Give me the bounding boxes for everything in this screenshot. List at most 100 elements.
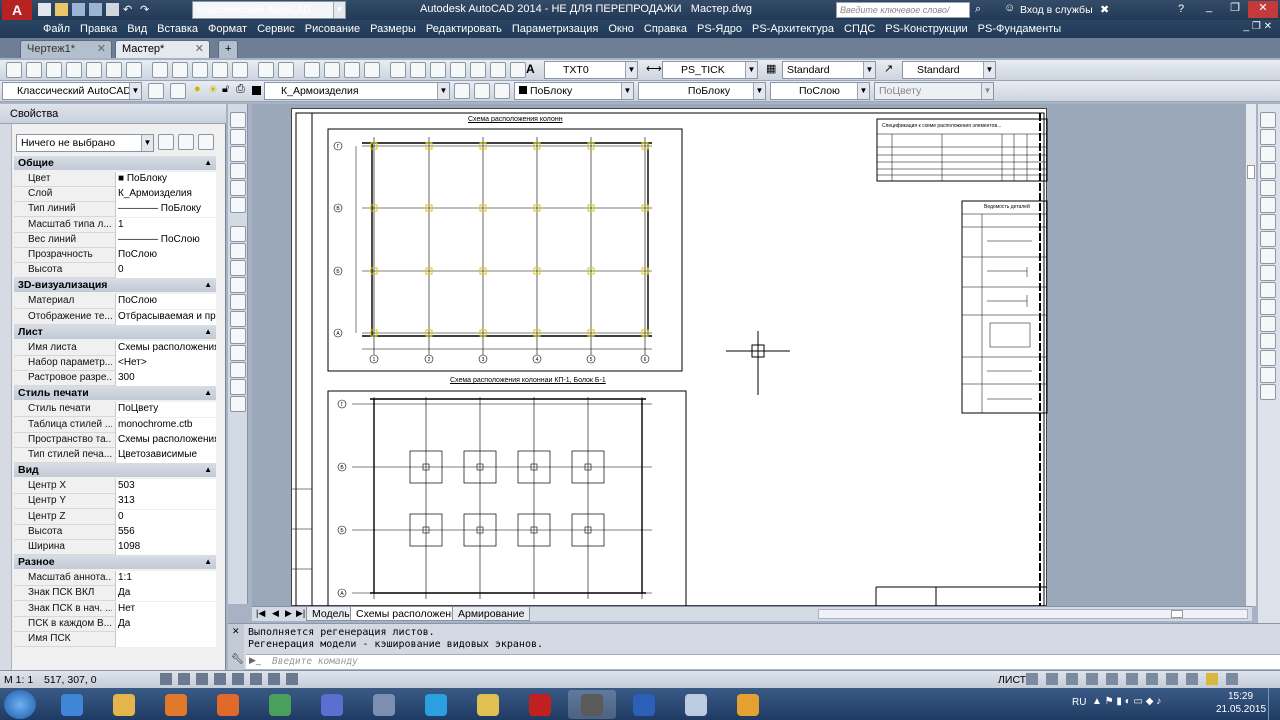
collapse-icon[interactable]: ▲: [204, 463, 212, 477]
properties-icon[interactable]: [390, 62, 406, 78]
steering-wheel-icon[interactable]: [1106, 673, 1118, 685]
3dprint-icon[interactable]: [126, 62, 142, 78]
property-value[interactable]: Да: [115, 586, 216, 602]
property-value[interactable]: К_Армоизделия: [115, 187, 216, 203]
tab-model[interactable]: Модель: [306, 607, 356, 621]
workspace-settings-icon[interactable]: [148, 83, 164, 99]
draw-tool-3-icon[interactable]: [1260, 146, 1276, 162]
menu-item[interactable]: Рисование: [300, 21, 365, 37]
lock-icon[interactable]: 🔓︎: [222, 83, 229, 96]
dimension-tool-5-icon[interactable]: [230, 294, 246, 310]
ducs-mode-icon[interactable]: [268, 673, 280, 685]
quick-view-drawings-icon[interactable]: [1046, 673, 1058, 685]
property-row[interactable]: Стиль печати ПоЦвету: [14, 402, 216, 418]
quick-select-icon[interactable]: [198, 134, 214, 150]
tool-palettes-icon[interactable]: [430, 62, 446, 78]
maximize-button[interactable]: ❐: [1222, 1, 1248, 18]
plotstyle-combo[interactable]: ПоЦвету ▼: [874, 82, 994, 100]
tab-nav-next-icon[interactable]: ▶: [285, 608, 292, 619]
pan-icon[interactable]: [304, 62, 320, 78]
copy-icon[interactable]: [172, 62, 188, 78]
property-row[interactable]: Центр X 503: [14, 479, 216, 495]
collapse-icon[interactable]: ▲: [204, 386, 212, 400]
draw-tool-15-icon[interactable]: [1260, 350, 1276, 366]
taskbar-tool-button[interactable]: [672, 690, 720, 719]
workspace-switch-icon[interactable]: [1146, 673, 1158, 685]
tab-nav-first-icon[interactable]: |◀: [256, 608, 265, 619]
taskbar-paint-button[interactable]: [724, 690, 772, 719]
login-button[interactable]: Вход в службы: [1020, 4, 1093, 16]
pan-icon[interactable]: [1066, 673, 1078, 685]
language-indicator[interactable]: RU: [1072, 697, 1086, 708]
draw-tool-5-icon[interactable]: [1260, 180, 1276, 196]
layer-previous-icon[interactable]: [474, 83, 490, 99]
hardware-accel-icon[interactable]: [1186, 673, 1198, 685]
taskbar-autocad-button[interactable]: [568, 690, 616, 719]
autocad-logo-icon[interactable]: A: [2, 0, 32, 20]
property-row[interactable]: Растровое разре... 300: [14, 371, 216, 387]
print-icon[interactable]: [106, 3, 119, 16]
draw-tool-12-icon[interactable]: [1260, 299, 1276, 315]
make-current-icon[interactable]: [454, 83, 470, 99]
menu-item[interactable]: Файл: [38, 21, 75, 37]
property-row[interactable]: Имя ПСК: [14, 632, 216, 647]
draw-tool-17-icon[interactable]: [1260, 384, 1276, 400]
draw-tool-8-icon[interactable]: [1260, 231, 1276, 247]
match-props-icon[interactable]: [212, 62, 228, 78]
menu-item[interactable]: PS-Архитектура: [747, 21, 839, 37]
dimension-tool-6-icon[interactable]: [230, 311, 246, 327]
property-row[interactable]: Отображение те... Отбрасываемая и пр...: [14, 309, 216, 325]
dimension-tool-10-icon[interactable]: [230, 379, 246, 395]
property-value[interactable]: Нет: [115, 601, 216, 617]
dim-style-combo[interactable]: PS_TICK ▼: [662, 61, 758, 79]
text-style-icon[interactable]: A: [526, 62, 535, 76]
taskbar-network-button[interactable]: [360, 690, 408, 719]
dimension-tool-7-icon[interactable]: [230, 328, 246, 344]
property-row[interactable]: Тип линий ———— ПоБлоку: [14, 202, 216, 218]
zoom-icon[interactable]: [1086, 673, 1098, 685]
property-value[interactable]: ———— ПоБлоку: [115, 202, 216, 218]
tab-layout-reinforcement[interactable]: Армирование: [452, 607, 531, 621]
markup-icon[interactable]: [470, 62, 486, 78]
property-value[interactable]: ■ ПоБлоку: [115, 172, 216, 187]
lock-ui-icon[interactable]: [1166, 673, 1178, 685]
section-misc[interactable]: Разное ▲: [14, 555, 216, 570]
dimension-tool-4-icon[interactable]: [230, 277, 246, 293]
cut-icon[interactable]: [152, 62, 168, 78]
tab-master[interactable]: Мастер* ✕: [115, 40, 210, 58]
collapse-icon[interactable]: ▲: [204, 555, 212, 569]
property-value[interactable]: Отбрасываемая и пр...: [115, 309, 216, 325]
property-value[interactable]: Цветозависимые: [115, 448, 216, 463]
ortho-mode-icon[interactable]: [196, 673, 208, 685]
table-style-combo[interactable]: Standard ▼: [782, 61, 876, 79]
dimension-tool-1-icon[interactable]: [230, 226, 246, 242]
undo-icon[interactable]: ↶: [123, 3, 136, 16]
zoom-previous-icon[interactable]: [364, 62, 380, 78]
showmotion-icon[interactable]: [1126, 673, 1138, 685]
section-viz3d[interactable]: 3D-визуализация ▲: [14, 278, 216, 293]
sun-icon[interactable]: ☀: [208, 83, 218, 96]
property-row[interactable]: Имя листа Схемы расположения: [14, 340, 216, 356]
wrench-icon[interactable]: 🔧︎: [231, 654, 244, 665]
lineweight-combo[interactable]: ПоСлою ▼: [770, 82, 870, 100]
property-row[interactable]: Таблица стилей ... monochrome.ctb: [14, 417, 216, 433]
workspace-combo[interactable]: Классический AutoCAD ▼: [192, 1, 346, 19]
property-row[interactable]: Набор параметр... <Нет>: [14, 356, 216, 371]
paste-icon[interactable]: [192, 62, 208, 78]
tab-layout-schemes[interactable]: Схемы расположения: [350, 607, 469, 621]
close-button[interactable]: ✕: [1248, 1, 1278, 18]
dimension-tool-9-icon[interactable]: [230, 362, 246, 378]
select-objects-icon[interactable]: [178, 134, 194, 150]
close-icon[interactable]: ✕: [232, 626, 240, 637]
color-combo[interactable]: ПоБлоку ▼: [514, 82, 634, 100]
property-value[interactable]: Схемы расположения: [115, 432, 216, 448]
linetype-combo[interactable]: ПоБлоку ▼: [638, 82, 766, 100]
property-value[interactable]: ———— ПоСлою: [115, 232, 216, 248]
redo-icon[interactable]: [278, 62, 294, 78]
zoom-window-icon[interactable]: [344, 62, 360, 78]
clock-time[interactable]: 15:29: [1228, 691, 1253, 702]
polar-mode-icon[interactable]: [214, 673, 226, 685]
menu-item[interactable]: Окно: [603, 21, 639, 37]
property-row[interactable]: Прозрачность ПоСлою: [14, 248, 216, 263]
draw-tool-1-icon[interactable]: [1260, 112, 1276, 128]
